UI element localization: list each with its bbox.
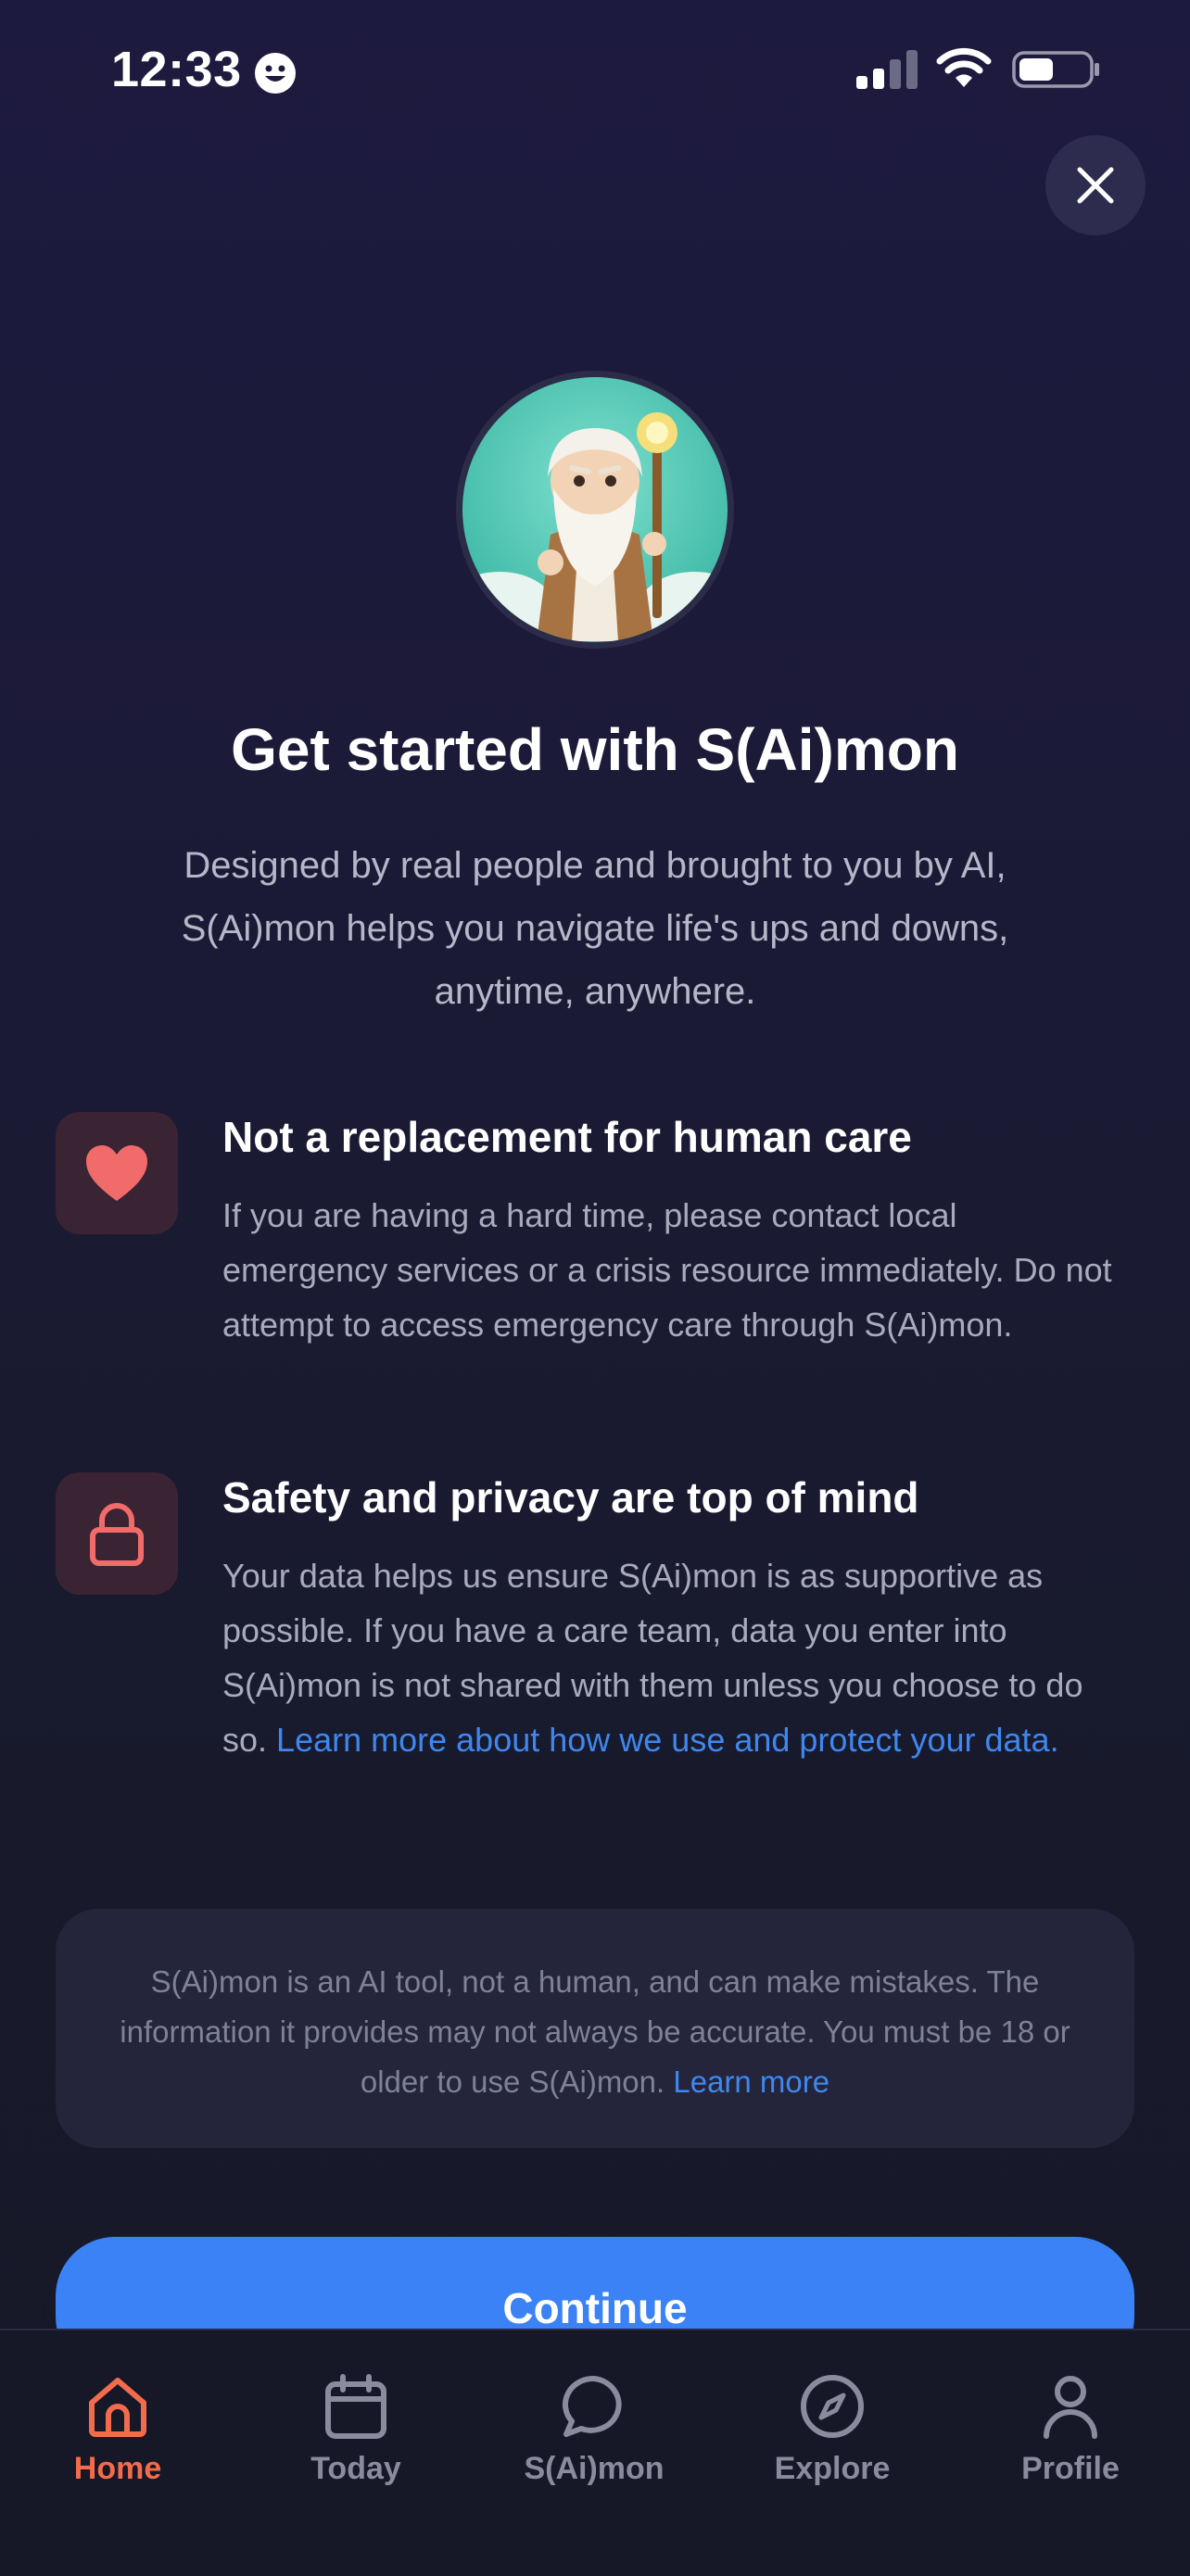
privacy-learn-more-link[interactable]: Learn more about how we use and protect … (276, 1721, 1059, 1759)
ai-disclaimer-card: S(Ai)mon is an AI tool, not a human, and… (56, 1909, 1134, 2148)
tab-home[interactable]: Home (25, 2373, 210, 2487)
status-time: 12:33 (111, 42, 242, 97)
disclaimer-learn-more-link[interactable]: Learn more (673, 2065, 829, 2099)
tab-bar: Home Today S(Ai)mon Explore Profile (0, 2329, 1190, 2576)
feature-title-human-care: Not a replacement for human care (222, 1113, 912, 1161)
cellular-signal-icon (856, 50, 918, 89)
feature-title-privacy: Safety and privacy are top of mind (222, 1473, 919, 1522)
tab-label: Home (73, 2451, 162, 2486)
simon-avatar (456, 371, 734, 649)
smiley-icon (255, 53, 296, 94)
continue-label: Continue (502, 2284, 688, 2332)
feature-icon-container (56, 1112, 178, 1234)
close-icon (1077, 167, 1114, 204)
heart-icon (86, 1145, 147, 1201)
tab-label: Today (310, 2451, 401, 2486)
tab-label: S(Ai)mon (524, 2451, 665, 2486)
disclaimer-text: S(Ai)mon is an AI tool, not a human, and… (120, 1964, 1070, 2099)
sage-illustration (462, 377, 728, 642)
feature-body-privacy: Your data helps us ensure S(Ai)mon is as… (222, 1548, 1131, 1767)
page-subtitle: Designed by real people and brought to y… (181, 845, 1009, 1012)
feature-icon-container (56, 1472, 178, 1595)
tab-today[interactable]: Today (263, 2373, 449, 2487)
person-icon (1044, 2376, 1097, 2439)
feature-body-human-care: If you are having a hard time, please co… (222, 1196, 1112, 1344)
compass-icon (801, 2375, 864, 2438)
wifi-icon (936, 47, 992, 87)
tab-profile[interactable]: Profile (978, 2373, 1163, 2487)
chat-bubble-icon (562, 2375, 622, 2437)
tab-explore[interactable]: Explore (740, 2373, 925, 2487)
tab-label: Explore (774, 2451, 891, 2486)
tab-label: Profile (1021, 2451, 1120, 2486)
battery-icon (1012, 51, 1099, 88)
page-title: Get started with S(Ai)mon (231, 716, 959, 783)
tab-simon[interactable]: S(Ai)mon (501, 2373, 687, 2487)
calendar-icon (325, 2374, 386, 2439)
lock-icon (90, 1503, 144, 1566)
home-icon (89, 2378, 146, 2437)
close-button[interactable] (1045, 135, 1146, 235)
status-bar: 12:33 (0, 0, 1190, 139)
